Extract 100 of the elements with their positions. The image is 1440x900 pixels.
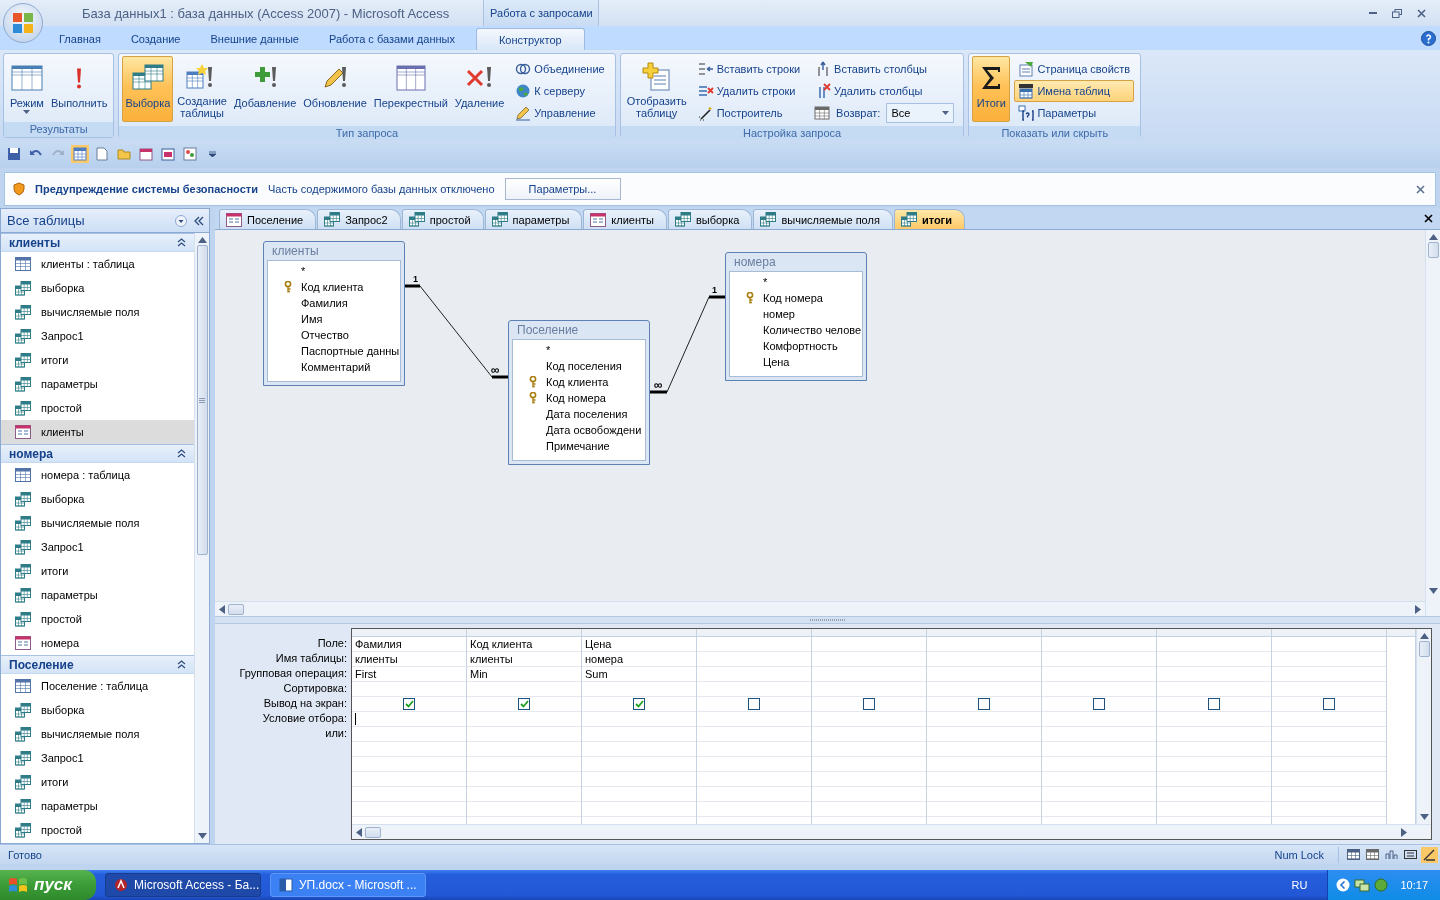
field-item[interactable]: Код номера <box>546 392 606 404</box>
ribbon-button[interactable]: Параметры <box>1014 102 1135 124</box>
grid-cell[interactable]: Min <box>470 668 488 680</box>
grid-cell[interactable]: номера <box>585 653 624 665</box>
ribbon-button[interactable]: Итоги <box>972 56 1011 122</box>
nav-item[interactable]: параметры <box>1 583 194 607</box>
document-tab[interactable]: параметры <box>484 209 583 229</box>
ribbon-button[interactable]: Вставить строки <box>693 58 805 80</box>
field-item[interactable]: Примечание <box>546 440 610 452</box>
ribbon-button[interactable]: Вставить столбцы <box>811 58 958 80</box>
document-tab[interactable]: Запрос2 <box>317 209 401 229</box>
document-tab[interactable]: клиенты <box>583 209 667 229</box>
ribbon-button[interactable]: Удаление <box>451 56 508 122</box>
grid-cell[interactable]: Код клиента <box>470 638 533 650</box>
ribbon-button[interactable]: Перекрестный <box>370 56 451 122</box>
document-tab[interactable]: Поселение <box>219 209 317 229</box>
field-item[interactable]: Количество челове <box>763 324 862 336</box>
options-button[interactable]: Параметры... <box>504 178 621 200</box>
field-item[interactable]: Код поселения <box>546 360 622 372</box>
nav-item[interactable]: выборка <box>1 698 194 722</box>
grid-cell[interactable]: First <box>355 668 377 680</box>
field-item[interactable]: Паспортные данны <box>301 345 400 357</box>
row-label: Условие отбора: <box>262 711 347 726</box>
nav-item[interactable]: вычисляемые поля <box>1 300 194 324</box>
field-item[interactable]: Комфортность <box>763 340 838 352</box>
ribbon-button[interactable]: Обновление <box>300 56 370 122</box>
document-tab[interactable]: итоги <box>893 209 965 229</box>
ribbon-tab[interactable]: Работа с базами данных <box>313 28 470 50</box>
field-item[interactable]: Цена <box>763 356 790 368</box>
context-tab-label: Работа с запросами <box>483 0 600 26</box>
ribbon-button[interactable]: Режим <box>7 56 47 122</box>
nav-item[interactable]: номера : таблица <box>1 463 194 487</box>
ribbon-tab[interactable]: Внешние данные <box>195 28 314 50</box>
ribbon-tab[interactable]: Конструктор <box>475 28 585 50</box>
field-item[interactable]: Комментарий <box>301 361 371 373</box>
ribbon-button[interactable]: Имена таблиц <box>1014 80 1135 102</box>
taskbar-button[interactable]: УП.docx - Microsoft ... <box>270 873 426 897</box>
ribbon-button[interactable]: Добавление <box>231 56 300 122</box>
nav-group-header[interactable]: номера <box>1 444 194 463</box>
document-tab[interactable]: выборка <box>667 209 753 229</box>
nav-item[interactable]: клиенты : таблица <box>1 252 194 276</box>
cardinality-label: ∞ <box>491 364 500 376</box>
table-title: номера <box>733 254 777 271</box>
ribbon-tab[interactable]: Главная <box>44 28 116 50</box>
ribbon-button[interactable]: Создание таблицы <box>174 56 230 122</box>
nav-item[interactable]: клиенты <box>1 420 194 444</box>
ribbon-button[interactable]: Удалить строки <box>693 80 805 102</box>
start-button[interactable]: пуск <box>0 870 96 900</box>
nav-item[interactable]: Запрос1 <box>1 324 194 348</box>
ribbon-button[interactable]: Выполнить <box>47 56 111 122</box>
grid-cell[interactable]: клиенты <box>355 653 398 665</box>
field-label: Возврат: <box>836 107 881 119</box>
nav-item[interactable]: Поселение : таблица <box>1 674 194 698</box>
ribbon-button[interactable]: Отобразить таблицу <box>623 56 690 122</box>
grid-cell[interactable]: клиенты <box>470 653 513 665</box>
ribbon-tab[interactable]: Создание <box>115 28 196 50</box>
taskbar-button[interactable]: Microsoft Access - Ба... <box>105 873 261 897</box>
field-item[interactable]: Дата поселения <box>546 408 628 420</box>
nav-group-header[interactable]: Поселение <box>1 655 194 674</box>
grid-cell[interactable]: Фамилия <box>355 638 402 650</box>
ribbon-button[interactable]: Страница свойств <box>1014 58 1135 80</box>
nav-item[interactable]: выборка <box>1 276 194 300</box>
ribbon-button[interactable]: Построитель <box>693 102 805 124</box>
field-item[interactable]: * <box>301 265 306 277</box>
field-item[interactable]: * <box>546 344 551 356</box>
field-item[interactable]: * <box>763 276 768 288</box>
nav-item[interactable]: простой <box>1 818 194 842</box>
field-item[interactable]: Отчество <box>301 329 349 341</box>
field-item[interactable]: Код номера <box>763 292 823 304</box>
ribbon-button[interactable]: Выборка <box>122 56 174 122</box>
document-tab[interactable]: простой <box>401 209 484 229</box>
field-item[interactable]: номер <box>763 308 795 320</box>
field-item[interactable]: Имя <box>301 313 323 325</box>
nav-item[interactable]: выборка <box>1 487 194 511</box>
nav-item[interactable]: параметры <box>1 372 194 396</box>
grid-cell[interactable]: Sum <box>585 668 608 680</box>
document-tab[interactable]: вычисляемые поля <box>753 209 893 229</box>
ribbon-button[interactable]: Управление <box>511 102 609 124</box>
nav-item[interactable]: итоги <box>1 770 194 794</box>
nav-item[interactable]: Запрос1 <box>1 746 194 770</box>
nav-item[interactable]: итоги <box>1 348 194 372</box>
nav-item[interactable]: номера <box>1 631 194 655</box>
nav-item[interactable]: итоги <box>1 559 194 583</box>
nav-item[interactable]: простой <box>1 396 194 420</box>
field-item[interactable]: Код клиента <box>301 281 364 293</box>
nav-item[interactable]: простой <box>1 607 194 631</box>
return-dropdown[interactable]: Все <box>886 103 955 123</box>
grid-cell[interactable]: Цена <box>585 638 612 650</box>
ribbon-button[interactable]: Удалить столбцы <box>811 80 958 102</box>
nav-item[interactable]: вычисляемые поля <box>1 722 194 746</box>
field-item[interactable]: Фамилия <box>301 297 348 309</box>
nav-item[interactable]: Запрос1 <box>1 535 194 559</box>
nav-item[interactable]: вычисляемые поля <box>1 511 194 535</box>
ribbon-button[interactable]: К серверу <box>511 80 609 102</box>
ribbon-button[interactable]: Объединение <box>511 58 609 80</box>
language-indicator[interactable]: RU <box>1291 879 1308 891</box>
field-item[interactable]: Код клиента <box>546 376 609 388</box>
nav-group-header[interactable]: клиенты <box>1 233 194 252</box>
nav-item[interactable]: параметры <box>1 794 194 818</box>
field-item[interactable]: Дата освобождени <box>546 424 642 436</box>
